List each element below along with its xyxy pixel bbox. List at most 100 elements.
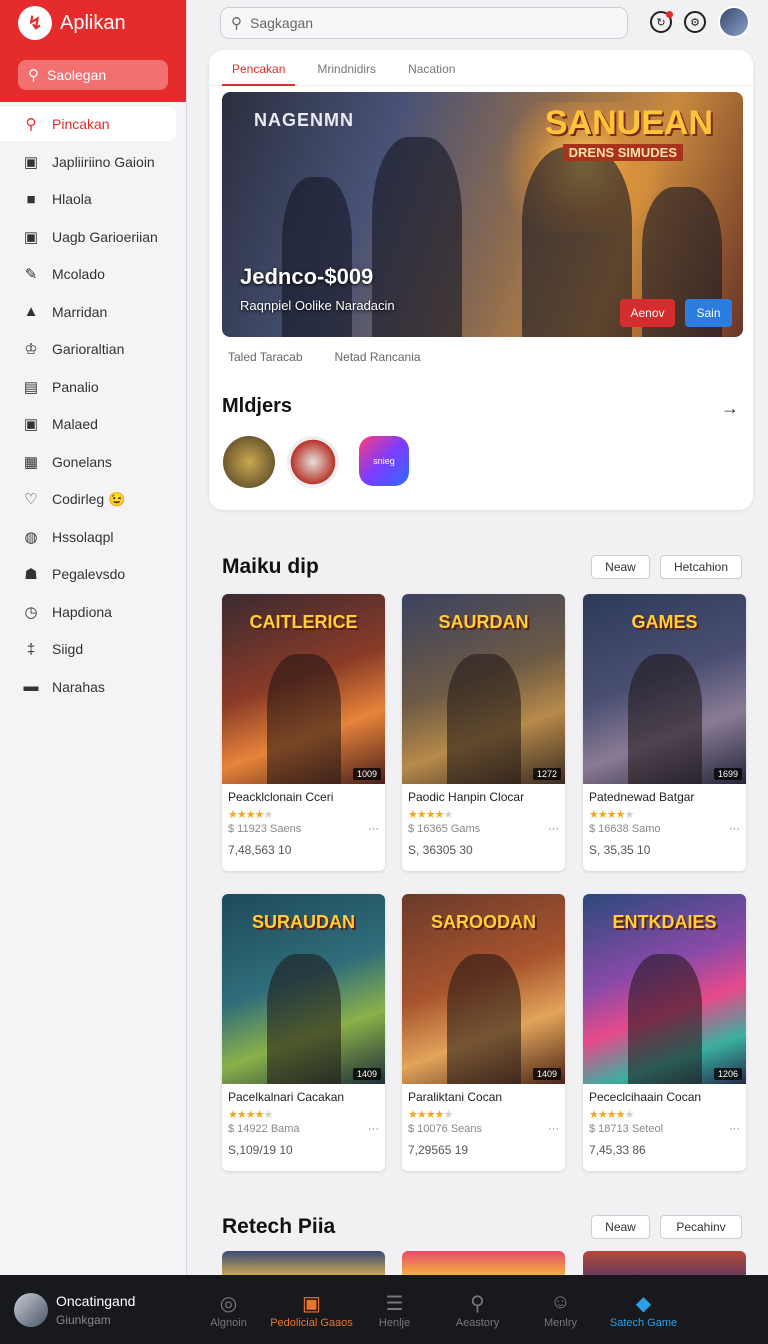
brush-icon: ✎ [24, 266, 38, 284]
game-card[interactable]: SURAUDAN 1409 Pacelkalnari Cacakan ★★★★★ $ 1… [222, 894, 385, 1171]
game-cover-image: CAITLERICE 1009 [222, 594, 385, 784]
bottom-nav-label: Menlry [543, 1316, 577, 1329]
hero-title-left: NAGENMN [254, 110, 354, 130]
card-peek[interactable] [222, 1251, 385, 1275]
cover-character [447, 654, 521, 784]
refresh-notification-icon[interactable]: ↻ [650, 11, 673, 33]
game-card[interactable]: SAROODAN 1409 Paraliktani Cocan ★★★★★ $ 1007… [402, 894, 565, 1171]
game-card[interactable]: GAMES 1699 Patednewad Batgar ★★★★★ $ 16638 S… [583, 594, 746, 871]
sidebar-item[interactable]: ◷ Hapdiona [0, 593, 186, 631]
tab-0[interactable]: Pencakan [222, 62, 296, 86]
sidebar-item[interactable]: ▣ Malaed [0, 406, 186, 444]
settings-icon[interactable]: ⚙ [684, 11, 706, 33]
filter-chip[interactable]: Neaw [591, 555, 650, 579]
filter-chip[interactable]: Neaw [591, 1215, 650, 1239]
sidebar-item[interactable]: ▲ Marridan [0, 293, 186, 331]
sidebar-item-label: Garioraltian [52, 341, 125, 358]
sidebar-item[interactable]: ▣ Japliiriino Gaioin [0, 143, 186, 181]
bottom-nav-item[interactable]: ☺ Menlry [519, 1291, 602, 1329]
hero-link-1[interactable]: Netad Rancania [335, 350, 421, 364]
hero-blue-button[interactable]: Sain [685, 299, 732, 327]
sidebar-item[interactable]: ▦ Gonelans [0, 443, 186, 481]
sidebar-item[interactable]: ▬ Narahas [0, 668, 186, 706]
user-profile[interactable]: Oncatingand Giunkgam [0, 1292, 187, 1327]
mini-game-icon[interactable] [287, 436, 339, 488]
search-icon: ⚲ [231, 15, 242, 32]
more-icon[interactable]: ··· [729, 1123, 740, 1143]
sidebar-item[interactable]: ■ Hlaola [0, 181, 186, 219]
game-name: Pececlcihaain Cocan [589, 1090, 702, 1104]
compass-icon: ◎ [219, 1292, 238, 1315]
people-icon: ☺ [550, 1290, 571, 1313]
sidebar-item[interactable]: ⚲ Pincakan [0, 107, 176, 141]
app-header: ↯ Aplikan [0, 0, 186, 46]
filter-chip[interactable]: Hetcahion [660, 555, 742, 579]
mini-app-label: snieg [373, 456, 395, 466]
more-icon[interactable]: ··· [368, 1123, 379, 1143]
bottom-nav-item[interactable]: ⚲ Aeastory [436, 1291, 519, 1329]
star-rating: ★★★★★ [228, 809, 273, 821]
window-icon: ▣ [23, 153, 39, 171]
user-subtitle: Giunkgam [56, 1312, 111, 1327]
game-card[interactable]: ENTKDAIES 1206 Pececlcihaain Cocan ★★★★★ $ 1… [583, 894, 746, 1171]
sidebar-search[interactable]: ⚲ Saolegan [18, 60, 168, 90]
featured-panel: Pencakan Mrindnidirs Nacation NAGENMN SA… [209, 50, 753, 510]
game-cover-image: SURAUDAN 1409 [222, 894, 385, 1084]
game-meta: $ 16365 Gams [408, 823, 481, 835]
cover-character [628, 654, 702, 784]
bottom-nav-label: Pedolicial Gaaos [270, 1316, 353, 1329]
hero-red-button[interactable]: Aenov [620, 299, 675, 327]
window-icon: ▣ [23, 228, 39, 246]
game-meta: $ 16638 Samo [589, 823, 661, 835]
arrow-right-icon[interactable]: → [721, 398, 739, 419]
game-price: 7,45,33 86 [589, 1143, 646, 1157]
sidebar-item[interactable]: ▣ Uagb Garioeriian [0, 218, 186, 256]
cover-badge: 1272 [532, 768, 561, 780]
hero-link-0[interactable]: Taled Taracab [228, 350, 303, 364]
more-icon[interactable]: ··· [729, 823, 740, 843]
section-title: Retech Piia [222, 1215, 336, 1238]
cover-badge: 1699 [713, 768, 742, 780]
search-input[interactable]: ⚲ Sagkagan [220, 7, 628, 39]
sidebar-item-label: Hssolaqpl [52, 528, 114, 545]
hero-banner[interactable]: NAGENMN SANUEAN DRENS SIMUDES Jednco-$00… [222, 92, 743, 337]
game-card[interactable]: SAURDAN 1272 Paodic Hanpin Clocar ★★★★★ $ 16… [402, 594, 565, 871]
game-name: Paodic Hanpin Clocar [408, 790, 525, 804]
bottom-nav-label: Henlje [378, 1316, 411, 1329]
more-icon[interactable]: ··· [548, 823, 559, 843]
sidebar-item[interactable]: ♔ Garioraltian [0, 331, 186, 369]
tab-2[interactable]: Nacation [398, 62, 465, 86]
hero-figure [282, 177, 352, 337]
user-avatar[interactable] [718, 6, 750, 38]
bottom-nav-item[interactable]: ☰ Henlje [353, 1291, 436, 1329]
bottom-nav-item[interactable]: ◆ Satech Game [602, 1291, 685, 1329]
sidebar-item[interactable]: ‡ Siigd [0, 631, 186, 669]
game-name: Patednewad Batgar [589, 790, 695, 804]
sidebar-item[interactable]: ◍ Hssolaqpl [0, 518, 186, 556]
sidebar-item[interactable]: ✎ Mcolado [0, 256, 186, 294]
game-card[interactable]: CAITLERICE 1009 Peacklclonain Cceri ★★★★★ $ … [222, 594, 385, 871]
bottom-nav-label: Satech Game [609, 1316, 678, 1329]
sidebar-item[interactable]: ♡ Codirleg 😉 [0, 481, 186, 519]
search-icon: ⚲ [28, 67, 39, 84]
tab-1[interactable]: Mrindnidirs [307, 62, 386, 86]
card-peek[interactable] [583, 1251, 746, 1275]
sidebar-item-label: Panalio [52, 378, 99, 395]
more-icon[interactable]: ··· [368, 823, 379, 843]
card-peek[interactable] [402, 1251, 565, 1275]
cover-character [267, 654, 341, 784]
user-group-icon: ☗ [24, 566, 38, 584]
sidebar-item[interactable]: ☗ Pegalevsdo [0, 556, 186, 594]
sidebar-item-label: Pegalevsdo [52, 566, 126, 583]
figure-icon: ▲ [23, 303, 39, 321]
sidebar-item-label: Siigd [52, 641, 84, 658]
mini-app-icon[interactable]: snieg [359, 436, 409, 486]
more-icon[interactable]: ··· [548, 1123, 559, 1143]
bottom-nav-item[interactable]: ◎ Algnoin [187, 1291, 270, 1329]
hero-figure [522, 147, 632, 337]
mini-game-icon[interactable] [223, 436, 275, 488]
bottom-bar: Oncatingand Giunkgam ◎ Algnoin ▣ Pedolicial… [0, 1275, 768, 1344]
filter-chip[interactable]: Pecahinv [660, 1215, 742, 1239]
bottom-nav-item[interactable]: ▣ Pedolicial Gaaos [270, 1291, 353, 1329]
sidebar-item[interactable]: ▤ Panalio [0, 368, 186, 406]
